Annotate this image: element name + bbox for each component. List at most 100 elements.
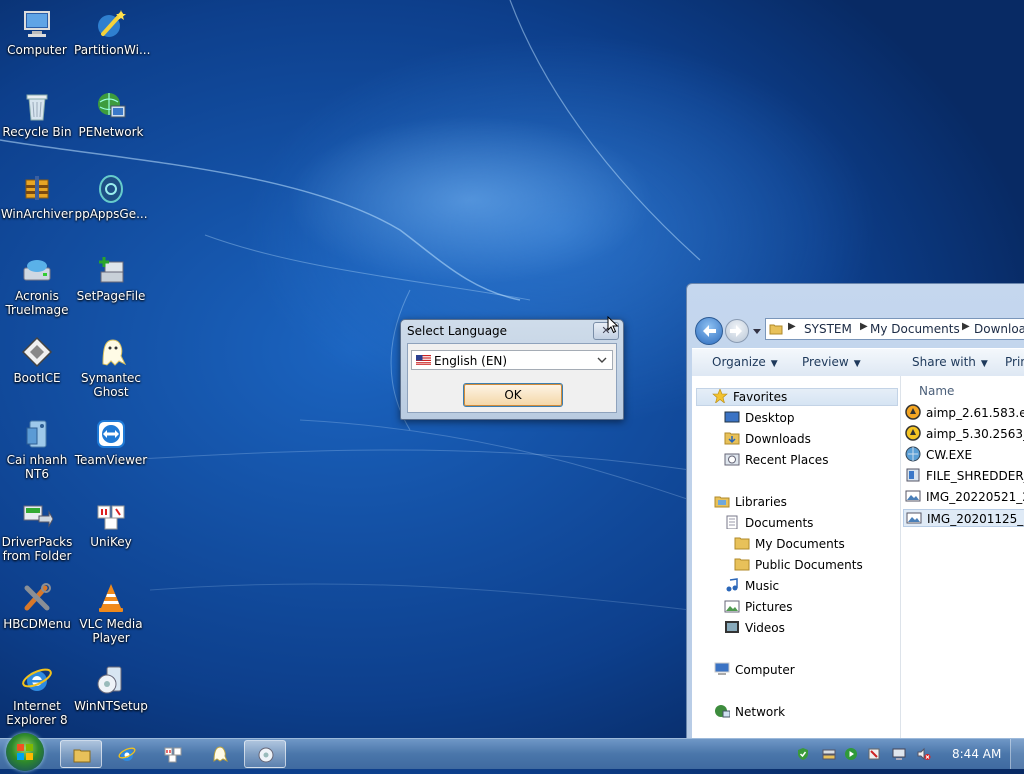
nav-item-my-documents[interactable]: My Documents	[734, 535, 845, 553]
file-name: aimp_5.30.2563_w64.exe	[926, 427, 1024, 441]
documents-icon	[726, 515, 738, 529]
desktop-icon-recycle-bin[interactable]: Recycle Bin	[0, 86, 74, 139]
network-label: Network	[735, 705, 786, 719]
desktop-icon-setpagefile[interactable]: SetPageFile	[74, 250, 148, 303]
computer-label: Computer	[735, 663, 795, 677]
clock[interactable]: 8:44 AM	[952, 747, 1001, 761]
favorites-label: Favorites	[733, 390, 788, 404]
desktop-icon-label: HBCDMenu	[3, 617, 71, 631]
file-row[interactable]: FILE_SHREDDER_Setup.exe	[903, 467, 1024, 485]
print-label: Print	[1005, 355, 1024, 369]
desktop-icon-bootice[interactable]: BootICE	[0, 332, 74, 385]
desktop-icon-driverpacks[interactable]: DriverPacks from Folder	[0, 496, 74, 563]
desktop-icon-cai-nhanh[interactable]: Cai nhanh NT6	[0, 414, 74, 481]
desktop-icon-label: SetPageFile	[76, 289, 146, 303]
desktop-icon-computer[interactable]: Computer	[0, 4, 74, 57]
partition-wizard-icon	[98, 10, 126, 37]
back-button[interactable]	[695, 317, 723, 345]
breadcrumb-my-documents[interactable]: My Documents	[870, 322, 960, 336]
music-icon	[726, 578, 738, 592]
desktop-icon-label: PartitionWi...	[74, 43, 151, 57]
column-header-name[interactable]: Name	[919, 384, 954, 398]
address-bar[interactable]: ▶ SYSTEM ▶ My Documents ▶ Downloads	[765, 318, 1024, 340]
nav-item-videos[interactable]: Videos	[724, 619, 785, 637]
drives-icon[interactable]	[822, 747, 836, 761]
us-flag-icon	[416, 355, 431, 365]
print-button[interactable]: Print	[1005, 355, 1024, 369]
nav-item-recent-places[interactable]: Recent Places	[724, 451, 828, 469]
desktop-icon-winntsetup[interactable]: WinNTSetup	[74, 660, 148, 713]
nav-item-desktop[interactable]: Desktop	[724, 409, 795, 427]
selected-language: English (EN)	[434, 354, 508, 368]
explorer-window[interactable]: ▶ SYSTEM ▶ My Documents ▶ Downloads Orga…	[686, 283, 1024, 745]
share-with-button[interactable]: Share with ▼	[912, 355, 988, 369]
desktop-label: Desktop	[745, 411, 795, 425]
recent-pages-dropdown[interactable]	[752, 326, 762, 336]
taskbar-explorer-button[interactable]	[60, 740, 102, 768]
aimp-icon	[905, 425, 921, 441]
shield-check-icon[interactable]	[796, 747, 810, 761]
command-bar: Organize ▼ Preview ▼ Share with ▼ Print	[692, 348, 1024, 377]
desktop-icon-winarchiver[interactable]: WinArchiver	[0, 168, 74, 221]
file-row[interactable]: aimp_5.30.2563_w64.exe	[903, 425, 1024, 443]
nav-item-documents[interactable]: Documents	[724, 514, 813, 532]
volume-muted-icon[interactable]	[917, 747, 931, 761]
desktop-icon-acronis[interactable]: Acronis TrueImage	[0, 250, 74, 317]
show-desktop-button[interactable]	[1010, 739, 1024, 769]
remote-tool-icon[interactable]	[867, 747, 881, 761]
breadcrumb-downloads[interactable]: Downloads	[974, 322, 1024, 336]
preview-button[interactable]: Preview ▼	[802, 355, 861, 369]
file-name: IMG_20220521_2.jpg	[926, 490, 1024, 504]
nav-item-computer[interactable]: Computer	[714, 661, 795, 679]
file-name: aimp_2.61.583.exe	[926, 406, 1024, 420]
nav-item-music[interactable]: Music	[724, 577, 779, 595]
nav-item-network[interactable]: Network	[714, 703, 785, 721]
desktop-icon-hbcdmenu[interactable]: HBCDMenu	[0, 578, 74, 631]
driverpacks-icon	[23, 505, 53, 528]
desktop-icon-ppappsge[interactable]: ppAppsGe...	[74, 168, 148, 221]
ok-button[interactable]: OK	[463, 383, 563, 407]
desktop-icon-symantec-ghost[interactable]: Symantec Ghost	[74, 332, 148, 399]
nav-item-pictures[interactable]: Pictures	[724, 598, 793, 616]
nav-item-favorites[interactable]: Favorites	[712, 388, 787, 406]
file-row-selected[interactable]: IMG_20201125_2.jpg	[903, 509, 1024, 527]
desktop-icon-partitionwizard[interactable]: PartitionWi...	[74, 4, 151, 57]
breadcrumb-system[interactable]: SYSTEM	[804, 322, 852, 336]
nav-item-public-documents[interactable]: Public Documents	[734, 556, 863, 574]
taskbar-unikey-button[interactable]	[152, 740, 194, 768]
select-language-dialog[interactable]: Select Language ✕ English (EN) OK	[400, 319, 624, 420]
computer-icon	[714, 662, 730, 675]
documents-label: Documents	[745, 516, 814, 530]
taskbar-setup-button[interactable]	[244, 740, 286, 768]
network-status-icon[interactable]	[892, 747, 906, 761]
file-row[interactable]: CW.EXE	[903, 446, 1024, 464]
desktop-icon-internet-explorer[interactable]: Internet Explorer 8	[0, 660, 74, 727]
tools-icon	[24, 583, 51, 611]
bootice-icon	[21, 336, 53, 368]
desktop-icon-teamviewer[interactable]: TeamViewer	[74, 414, 148, 467]
file-row[interactable]: aimp_2.61.583.exe	[903, 404, 1024, 422]
desktop-icon-vlc[interactable]: VLC Media Player	[74, 578, 148, 645]
language-select[interactable]: English (EN)	[411, 350, 613, 370]
play-icon[interactable]	[844, 747, 858, 761]
dialog-body: English (EN) OK	[407, 343, 617, 413]
taskbar-ghost-button[interactable]	[198, 740, 240, 768]
ppapps-icon	[99, 175, 123, 203]
desktop-icon-unikey[interactable]: UniKey	[74, 496, 148, 549]
start-button[interactable]	[6, 733, 44, 771]
desktop-icon-penetwork[interactable]: PENetwork	[74, 86, 148, 139]
desktop-icon-label: UniKey	[90, 535, 132, 549]
share-with-label: Share with	[912, 355, 976, 369]
organize-button[interactable]: Organize ▼	[712, 355, 778, 369]
desktop-icon-label: Cai nhanh NT6	[6, 453, 68, 481]
taskbar-ie-button[interactable]	[106, 740, 148, 768]
nav-item-downloads[interactable]: Downloads	[724, 430, 811, 448]
file-name: IMG_20201125_2.jpg	[927, 512, 1024, 526]
folder-icon	[734, 537, 750, 550]
internet-explorer-icon	[118, 747, 136, 761]
forward-button[interactable]	[725, 319, 749, 343]
libraries-icon	[714, 496, 730, 508]
file-row[interactable]: IMG_20220521_2.jpg	[903, 488, 1024, 506]
folder-icon	[73, 749, 91, 763]
nav-item-libraries[interactable]: Libraries	[714, 493, 787, 511]
